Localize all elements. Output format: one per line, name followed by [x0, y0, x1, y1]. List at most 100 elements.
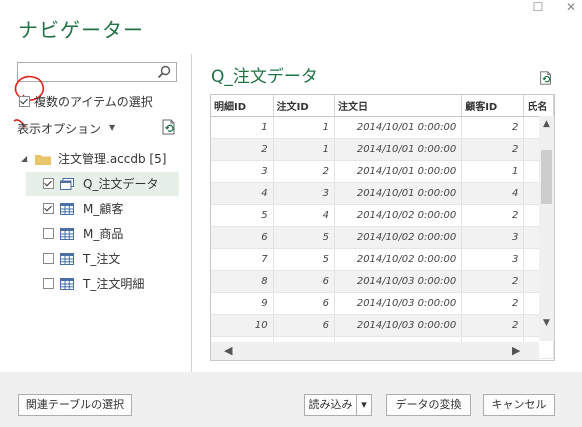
table-cell: 10 — [211, 314, 274, 337]
table-cell: 2014/10/01 0:00:00 — [334, 182, 463, 205]
refresh-preview-icon[interactable] — [538, 70, 554, 86]
load-button[interactable]: 読み込み — [304, 394, 357, 416]
table-cell: 4 — [211, 182, 274, 205]
preview-table: 明細ID 注文ID 注文日 顧客ID 氏名 1 1 2014/10/01 0:00:… — [211, 95, 554, 359]
table-cell: 2014/10/03 0:00:00 — [334, 270, 463, 293]
table-cell: 1 — [273, 116, 335, 139]
scroll-right-icon[interactable]: ▶ — [512, 344, 520, 357]
table-row: 8 6 2014/10/03 0:00:00 2 — [211, 270, 554, 293]
tree-item-label: M_商品 — [83, 227, 124, 241]
tree-item-t-order[interactable]: T_注文 — [26, 247, 179, 271]
vertical-scroll-thumb[interactable] — [541, 150, 552, 204]
table-row: 9 6 2014/10/03 0:00:00 2 — [211, 292, 554, 315]
preview-title: Q_注文データ — [211, 67, 318, 87]
cancel-button[interactable]: キャンセル — [483, 394, 555, 416]
table-cell: 2 — [461, 138, 525, 161]
select-related-tables-button[interactable]: 関連テーブルの選択 — [18, 394, 132, 416]
tree-item-checkbox[interactable] — [43, 178, 54, 189]
search-icon[interactable] — [157, 65, 171, 79]
load-dropdown-icon[interactable]: ▾ — [356, 394, 372, 416]
table-cell: 2 — [461, 270, 525, 293]
table-cell: 5 — [273, 248, 335, 271]
table-row: 1 1 2014/10/01 0:00:00 2 — [211, 116, 554, 139]
table-cell: 2 — [273, 160, 335, 183]
table-cell: 2014/10/01 0:00:00 — [334, 116, 463, 139]
table-cell: 2014/10/01 0:00:00 — [334, 160, 463, 183]
tree-item-t-order-detail[interactable]: T_注文明細 — [26, 272, 179, 296]
table-cell: 1 — [211, 116, 274, 139]
tree-root-label: 注文管理.accdb [5] — [58, 152, 167, 166]
table-cell: 5 — [211, 204, 274, 227]
table-cell: 2014/10/01 0:00:00 — [334, 138, 463, 161]
table-row: 2 1 2014/10/01 0:00:00 2 — [211, 138, 554, 161]
scroll-up-icon[interactable]: ▲ — [539, 119, 554, 129]
transform-data-button[interactable]: データの変換 — [386, 394, 471, 416]
tree-item-checkbox[interactable] — [43, 253, 54, 264]
table-icon — [60, 203, 74, 215]
table-cell: 5 — [273, 226, 335, 249]
table-cell: 9 — [211, 292, 274, 315]
table-cell: 2 — [461, 314, 525, 337]
table-cell: 6 — [273, 314, 335, 337]
table-row: 3 2 2014/10/01 0:00:00 1 — [211, 160, 554, 183]
tree-item-label: T_注文明細 — [83, 277, 145, 291]
tree-item-m-customer[interactable]: M_顧客 — [26, 197, 179, 221]
horizontal-scrollbar[interactable] — [211, 342, 539, 360]
tree-item-label: M_顧客 — [83, 202, 124, 216]
table-cell: 2014/10/03 0:00:00 — [334, 292, 463, 315]
table-icon — [60, 278, 74, 290]
table-cell: 1 — [273, 138, 335, 161]
column-header[interactable]: 注文ID — [273, 95, 335, 117]
table-cell: 2 — [461, 292, 525, 315]
table-cell: 2014/10/02 0:00:00 — [334, 248, 463, 271]
caret-down-icon: ▼ — [109, 123, 116, 132]
table-cell: 3 — [461, 226, 525, 249]
query-icon — [60, 178, 74, 190]
table-cell: 6 — [211, 226, 274, 249]
table-cell: 2014/10/02 0:00:00 — [334, 204, 463, 227]
column-header[interactable]: 明細ID — [211, 95, 274, 117]
tree-item-label: Q_注文データ — [83, 177, 159, 191]
expand-triangle-icon[interactable]: ◢ — [21, 147, 27, 171]
display-options-button[interactable]: 表示オプション — [17, 120, 101, 137]
folder-icon — [35, 155, 51, 165]
window-title: ナビゲーター — [18, 18, 144, 42]
table-row: 5 4 2014/10/02 0:00:00 2 — [211, 204, 554, 227]
preview-grid[interactable]: 明細ID 注文ID 注文日 顧客ID 氏名 1 1 2014/10/01 0:00:… — [210, 94, 555, 361]
tree-root-db[interactable]: ◢ 注文管理.accdb [5] — [21, 147, 180, 171]
table-cell: 2 — [461, 204, 525, 227]
tree-item-checkbox[interactable] — [43, 278, 54, 289]
column-header[interactable]: 注文日 — [334, 95, 463, 117]
table-row: 7 5 2014/10/02 0:00:00 3 — [211, 248, 554, 271]
table-cell: 4 — [461, 182, 525, 205]
pane-divider[interactable] — [191, 54, 192, 372]
column-header[interactable]: 氏名 — [523, 95, 554, 117]
tree-item-checkbox[interactable] — [43, 203, 54, 214]
multi-select-label: 複数のアイテムの選択 — [34, 95, 153, 109]
table-cell: 6 — [273, 270, 335, 293]
scroll-left-icon[interactable]: ◀ — [224, 344, 232, 357]
multi-select-checkbox[interactable] — [19, 96, 30, 107]
scroll-down-icon[interactable]: ▼ — [539, 318, 554, 328]
table-cell: 4 — [273, 204, 335, 227]
table-cell: 2 — [461, 116, 525, 139]
table-icon — [60, 253, 74, 265]
table-row: 6 5 2014/10/02 0:00:00 3 — [211, 226, 554, 249]
table-cell: 6 — [273, 292, 335, 315]
maximize-button[interactable]: ☐ — [531, 0, 545, 14]
table-icon — [60, 228, 74, 240]
column-header[interactable]: 顧客ID — [461, 95, 525, 117]
close-button[interactable]: ✕ — [564, 0, 578, 14]
table-cell: 3 — [211, 160, 274, 183]
table-row: 10 6 2014/10/03 0:00:00 2 — [211, 314, 554, 337]
table-cell: 2 — [211, 138, 274, 161]
refresh-icon[interactable] — [160, 118, 178, 136]
table-cell: 2014/10/03 0:00:00 — [334, 314, 463, 337]
table-cell: 2014/10/02 0:00:00 — [334, 226, 463, 249]
tree-item-q-order-data[interactable]: Q_注文データ — [26, 172, 179, 196]
tree-item-label: T_注文 — [83, 252, 121, 266]
tree-item-m-product[interactable]: M_商品 — [26, 222, 179, 246]
table-cell: 3 — [273, 182, 335, 205]
table-cell: 8 — [211, 270, 274, 293]
tree-item-checkbox[interactable] — [43, 228, 54, 239]
